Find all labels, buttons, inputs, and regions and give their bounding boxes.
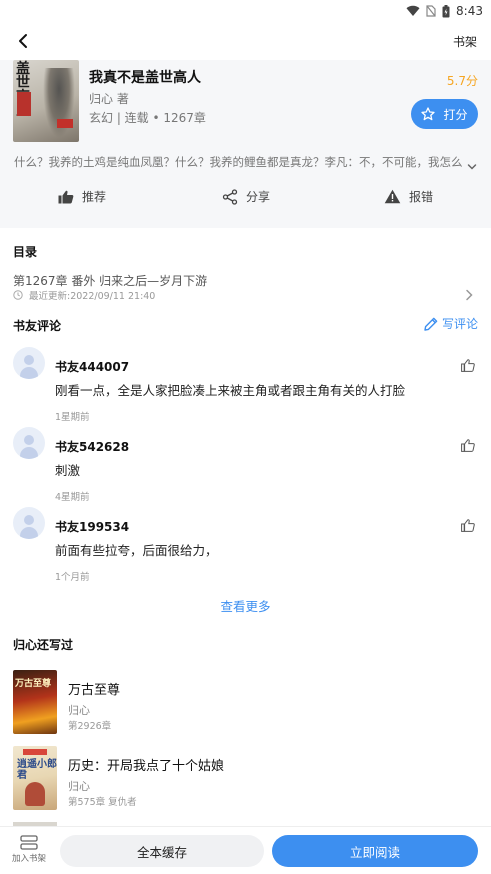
- add-shelf-label: 加入书架: [11, 854, 46, 864]
- status-bar: 8:43: [0, 0, 491, 22]
- author-book-title: 历史：开局我点了十个姑娘: [68, 759, 225, 774]
- author-book-cover-text: 万古至尊: [15, 679, 52, 689]
- review-user: 书友542628: [55, 440, 130, 454]
- author-book-cover-text: 逍遥小郎君: [17, 759, 57, 781]
- share-button[interactable]: 分享: [222, 188, 270, 205]
- latest-chapter: 第1267章 番外 归来之后—岁月下游: [13, 274, 208, 288]
- rate-button[interactable]: 打分: [411, 99, 478, 129]
- author-book-cover: 万古至尊: [13, 670, 57, 734]
- author-book-title: 万古至尊: [68, 683, 121, 698]
- status-time: 8:43: [456, 4, 483, 18]
- author-book-item[interactable]: 万古至尊 万古至尊 归心 第2926章: [0, 670, 491, 736]
- review-user: 书友199534: [55, 520, 130, 534]
- chevron-left-icon: [19, 34, 27, 48]
- thumbs-up-icon: [461, 439, 475, 452]
- book-intro[interactable]: 什么？我养的土鸡是纯血凤凰？什么？我养的鲤鱼都是真龙？李凡：不，不可能，我怎么: [14, 154, 462, 170]
- bookshelf-icon: [20, 835, 38, 850]
- author-book-cover: 逍遥小郎君: [13, 746, 57, 810]
- share-label: 分享: [246, 190, 271, 204]
- review-item: 书友199534 前面有些拉夸，后面很给力， 1个月前: [0, 507, 491, 583]
- author-book-author: 归心: [68, 704, 90, 717]
- like-button[interactable]: [461, 517, 475, 536]
- bottom-bar: 加入书架 全本缓存 立即阅读: [0, 826, 491, 874]
- author-book-chapter: 第575章 复仇者: [68, 797, 137, 808]
- bookshelf-link[interactable]: 书架: [453, 33, 477, 50]
- expand-intro-button[interactable]: [467, 156, 477, 175]
- book-score: 5.7分: [446, 74, 478, 88]
- star-icon: [421, 107, 436, 121]
- action-row: 推荐 分享 报错: [0, 188, 491, 210]
- avatar[interactable]: [13, 427, 45, 459]
- book-title: 我真不是盖世高人: [89, 70, 201, 86]
- write-review-label: 写评论: [441, 317, 478, 331]
- thumbs-up-icon: [461, 519, 475, 532]
- no-sim-icon: [426, 5, 436, 17]
- battery-icon: [442, 4, 450, 18]
- warning-icon: [384, 189, 401, 204]
- write-review-button[interactable]: 写评论: [423, 315, 478, 332]
- like-button[interactable]: [461, 437, 475, 456]
- review-text: 刺激: [55, 463, 81, 478]
- recommend-label: 推荐: [82, 190, 107, 204]
- book-cover[interactable]: 盖世高人: [13, 60, 79, 142]
- review-user: 书友444007: [55, 360, 130, 374]
- catalog-row[interactable]: 第1267章 番外 归来之后—岁月下游 最近更新:2022/09/11 21:4…: [0, 268, 491, 304]
- read-now-button[interactable]: 立即阅读: [272, 835, 478, 867]
- avatar[interactable]: [13, 507, 45, 539]
- author-book-item[interactable]: 逍遥小郎君 历史：开局我点了十个姑娘 归心 第575章 复仇者: [0, 746, 491, 812]
- last-update-text: 最近更新:2022/09/11 21:40: [29, 291, 156, 302]
- avatar[interactable]: [13, 347, 45, 379]
- reviews-title: 书友评论: [13, 319, 62, 333]
- review-text: 前面有些拉夸，后面很给力，: [55, 543, 218, 558]
- report-button[interactable]: 报错: [384, 188, 433, 205]
- view-more-link[interactable]: 查看更多: [0, 596, 491, 615]
- book-header: 盖世高人 我真不是盖世高人 归心 著 玄幻 | 连载 • 1267章 5.7分 …: [0, 60, 491, 228]
- review-item: 书友444007 刚看一点，全是人家把脸凑上来被主角或者跟主角有关的人打脸 1星…: [0, 347, 491, 423]
- author-books-title: 归心还写过: [13, 638, 74, 652]
- review-text: 刚看一点，全是人家把脸凑上来被主角或者跟主角有关的人打脸: [55, 383, 406, 398]
- recommend-button[interactable]: 推荐: [58, 188, 106, 205]
- thumbs-up-icon: [58, 190, 74, 203]
- back-button[interactable]: [12, 30, 34, 52]
- last-update: 最近更新:2022/09/11 21:40: [13, 288, 155, 302]
- add-to-shelf-button[interactable]: 加入书架: [11, 835, 47, 864]
- like-button[interactable]: [461, 357, 475, 376]
- review-time: 4星期前: [55, 492, 90, 503]
- chevron-down-icon: [467, 164, 477, 170]
- author-book-chapter: 第2926章: [68, 721, 112, 732]
- catalog-title: 目录: [13, 245, 38, 259]
- book-author: 归心 著: [89, 92, 129, 106]
- wifi-icon: [406, 5, 420, 17]
- review-time: 1个月前: [55, 572, 90, 583]
- book-meta: 玄幻 | 连载 • 1267章: [89, 111, 206, 125]
- cache-all-button[interactable]: 全本缓存: [60, 835, 264, 867]
- pencil-icon: [424, 317, 438, 331]
- rate-label: 打分: [443, 107, 468, 122]
- chevron-right-icon: [465, 286, 473, 305]
- review-time: 1星期前: [55, 412, 90, 423]
- clock-icon: [13, 290, 23, 300]
- nav-bar: 书架: [0, 22, 491, 60]
- review-item: 书友542628 刺激 4星期前: [0, 427, 491, 503]
- thumbs-up-icon: [461, 359, 475, 372]
- report-label: 报错: [409, 190, 434, 204]
- share-icon: [222, 188, 238, 205]
- author-book-author: 归心: [68, 780, 90, 793]
